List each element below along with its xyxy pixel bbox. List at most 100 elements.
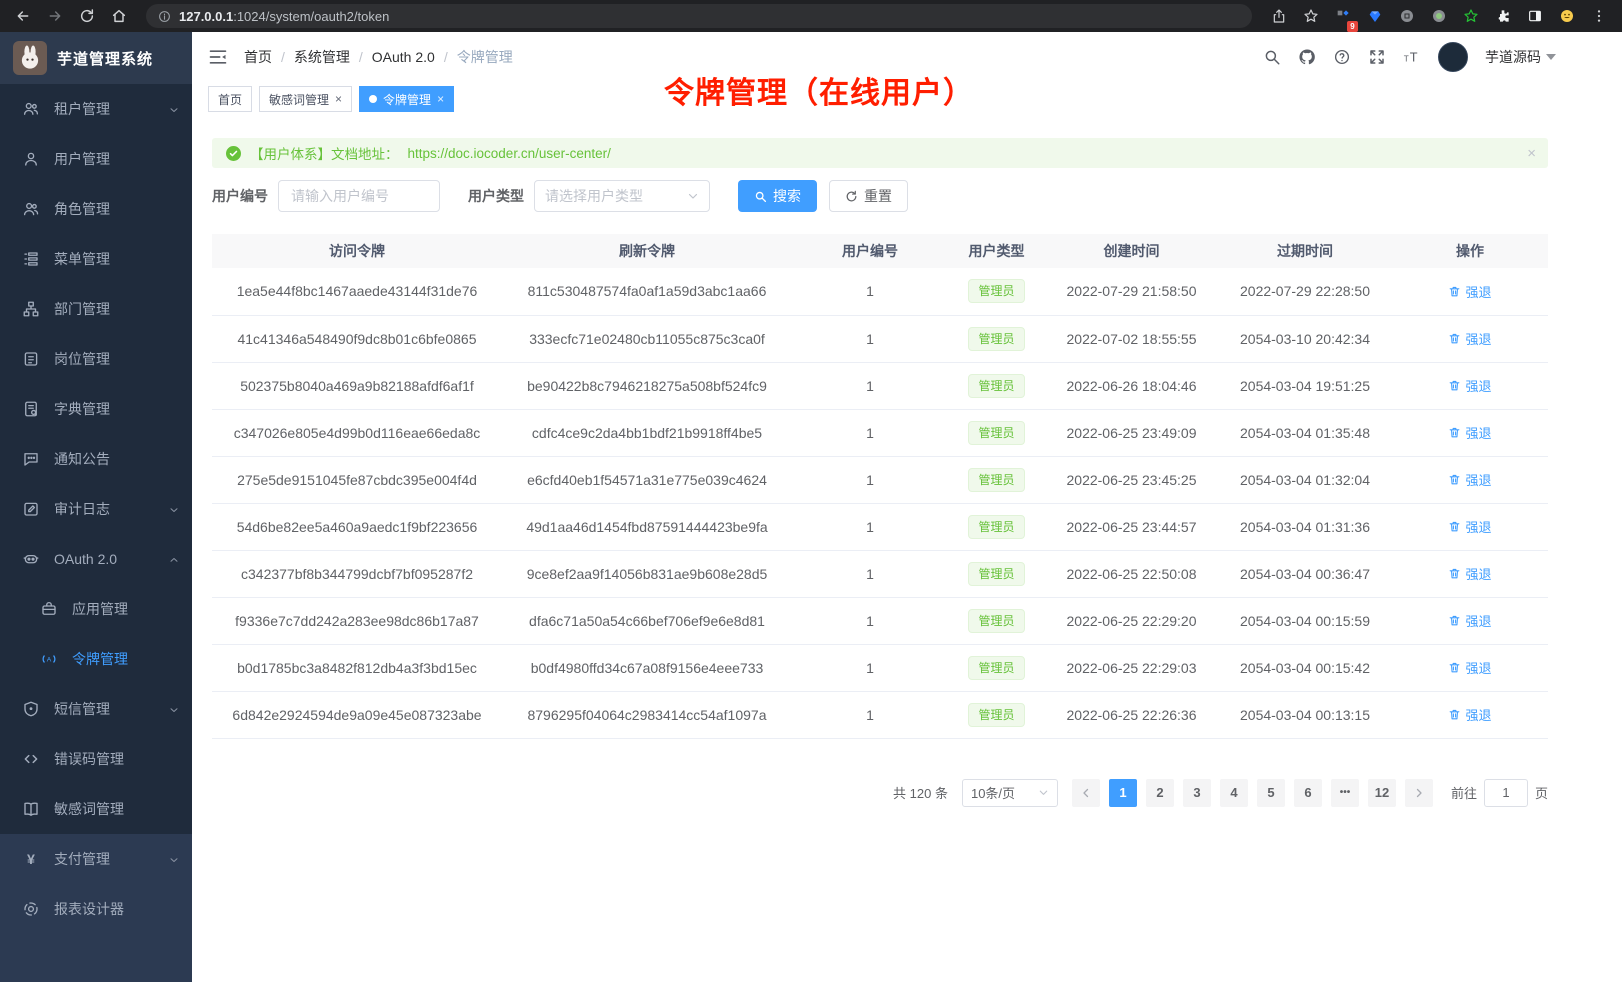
sidebar-item-pay[interactable]: ¥支付管理: [0, 834, 192, 884]
action-cell: 强退: [1392, 315, 1548, 362]
sidebar-item-oauth2[interactable]: OAuth 2.0: [0, 534, 192, 584]
close-icon[interactable]: ×: [335, 93, 342, 105]
force-logout-button[interactable]: 强退: [1448, 470, 1491, 489]
site-info-icon[interactable]: [158, 10, 171, 23]
sidebar-item-report-designer[interactable]: 报表设计器: [0, 884, 192, 934]
user-menu[interactable]: 芋道源码: [1485, 47, 1556, 67]
page-button-4[interactable]: 4: [1220, 779, 1248, 807]
alert-doc-link[interactable]: https://doc.iocoder.cn/user-center/: [408, 146, 611, 161]
gem-extension-icon[interactable]: [1362, 3, 1388, 29]
command-extension-icon[interactable]: [1394, 3, 1420, 29]
browser-back-icon[interactable]: [10, 3, 36, 29]
share-icon[interactable]: [1266, 3, 1292, 29]
sidebar-item-role[interactable]: 角色管理: [0, 184, 192, 234]
force-logout-button[interactable]: 强退: [1448, 423, 1491, 442]
user-id-cell: 1: [792, 550, 948, 597]
github-icon[interactable]: [1298, 48, 1316, 66]
breadcrumb-item[interactable]: 首页: [244, 47, 272, 67]
browser-menu-icon[interactable]: [1586, 3, 1612, 29]
table-row: 41c41346a548490f9dc8b01c6bfe0865333ecfc7…: [212, 315, 1548, 362]
sidebar-item-post[interactable]: 岗位管理: [0, 334, 192, 384]
force-logout-button[interactable]: 强退: [1448, 705, 1491, 724]
chevron-down-icon: [168, 703, 180, 715]
search-icon[interactable]: [1263, 48, 1281, 66]
sidebar-item-dict[interactable]: 字典管理: [0, 384, 192, 434]
force-logout-label: 强退: [1465, 705, 1491, 724]
page-button-1[interactable]: 1: [1109, 779, 1137, 807]
refresh-token-cell: 811c530487574fa0af1a59d3abc1aa66: [502, 268, 792, 315]
tab-sensitive-word[interactable]: 敏感词管理×: [259, 86, 352, 112]
tab-label: 首页: [218, 91, 242, 108]
force-logout-button[interactable]: 强退: [1448, 517, 1491, 536]
force-logout-button[interactable]: 强退: [1448, 282, 1491, 301]
fullscreen-icon[interactable]: [1368, 48, 1386, 66]
force-logout-button[interactable]: 强退: [1448, 611, 1491, 630]
close-icon[interactable]: ×: [1527, 145, 1536, 162]
sidebar-item-dept[interactable]: 部门管理: [0, 284, 192, 334]
star-extension-icon[interactable]: [1458, 3, 1484, 29]
user-id-input[interactable]: [278, 180, 440, 212]
browser-reload-icon[interactable]: [74, 3, 100, 29]
app-icon: [40, 600, 58, 618]
user-avatar[interactable]: [1438, 42, 1468, 72]
next-page-button[interactable]: [1405, 779, 1433, 807]
page-button-6[interactable]: 6: [1294, 779, 1322, 807]
browser-home-icon[interactable]: [106, 3, 132, 29]
bookmark-star-icon[interactable]: [1298, 3, 1324, 29]
errcode-icon: [22, 750, 40, 768]
sidebar-item-sms[interactable]: 短信管理: [0, 684, 192, 734]
sidebar-item-notice[interactable]: 通知公告: [0, 434, 192, 484]
more-pages-button[interactable]: •••: [1331, 779, 1359, 807]
refresh-token-cell: 333ecfc71e02480cb11055c875c3ca0f: [502, 315, 792, 362]
user-type-select[interactable]: 请选择用户类型: [534, 180, 710, 212]
record-extension-icon[interactable]: [1426, 3, 1452, 29]
sidebar-item-errcode[interactable]: 错误码管理: [0, 734, 192, 784]
trash-icon: [1448, 379, 1461, 392]
user-id-cell: 1: [792, 691, 948, 738]
force-logout-button[interactable]: 强退: [1448, 658, 1491, 677]
expires-at-cell: 2054-03-04 01:31:36: [1218, 503, 1392, 550]
sidebar-item-sensitive-word[interactable]: 敏感词管理: [0, 784, 192, 834]
search-button[interactable]: 搜索: [738, 180, 817, 212]
close-icon[interactable]: ×: [437, 93, 444, 105]
puzzle-extensions-icon[interactable]: [1490, 3, 1516, 29]
user-id-cell: 1: [792, 456, 948, 503]
goto-page-input[interactable]: [1484, 779, 1528, 807]
page-button-2[interactable]: 2: [1146, 779, 1174, 807]
extension-grid-icon[interactable]: 9: [1330, 3, 1356, 29]
address-bar[interactable]: 127.0.0.1:1024/system/oauth2/token: [146, 4, 1252, 28]
tab-home[interactable]: 首页: [208, 86, 252, 112]
force-logout-button[interactable]: 强退: [1448, 564, 1491, 583]
hamburger-icon[interactable]: [208, 47, 228, 67]
force-logout-button[interactable]: 强退: [1448, 376, 1491, 395]
font-size-icon[interactable]: TT: [1403, 48, 1421, 66]
page-button-12[interactable]: 12: [1368, 779, 1396, 807]
page-size-select[interactable]: 10条/页: [962, 779, 1058, 807]
page-buttons: 123456•••12: [1109, 779, 1396, 807]
app-logo-bar[interactable]: 芋道管理系统: [0, 32, 192, 84]
breadcrumb-item[interactable]: OAuth 2.0: [372, 49, 435, 65]
tab-oauth2-token[interactable]: 令牌管理×: [359, 86, 454, 112]
side-panel-icon[interactable]: [1522, 3, 1548, 29]
emoji-profile-icon[interactable]: [1554, 3, 1580, 29]
user-id-cell: 1: [792, 644, 948, 691]
sidebar-item-oauth2-app[interactable]: 应用管理: [0, 584, 192, 634]
breadcrumb-item[interactable]: 系统管理: [294, 47, 350, 67]
sidebar-item-oauth2-token[interactable]: A令牌管理: [0, 634, 192, 684]
sidebar-item-menu[interactable]: 菜单管理: [0, 234, 192, 284]
sidebar-item-tenant[interactable]: 租户管理: [0, 84, 192, 134]
sidebar-item-user[interactable]: 用户管理: [0, 134, 192, 184]
reset-button[interactable]: 重置: [829, 180, 908, 212]
help-icon[interactable]: [1333, 48, 1351, 66]
force-logout-button[interactable]: 强退: [1448, 329, 1491, 348]
trash-icon: [1448, 285, 1461, 298]
page-button-3[interactable]: 3: [1183, 779, 1211, 807]
token-icon: A: [40, 650, 58, 668]
sidebar-item-audit-log[interactable]: 审计日志: [0, 484, 192, 534]
prev-page-button[interactable]: [1072, 779, 1100, 807]
audit-icon: [22, 500, 40, 518]
page-button-5[interactable]: 5: [1257, 779, 1285, 807]
total-count-label: 共 120 条: [893, 783, 948, 802]
browser-forward-icon[interactable]: [42, 3, 68, 29]
app-title: 芋道管理系统: [57, 48, 153, 69]
